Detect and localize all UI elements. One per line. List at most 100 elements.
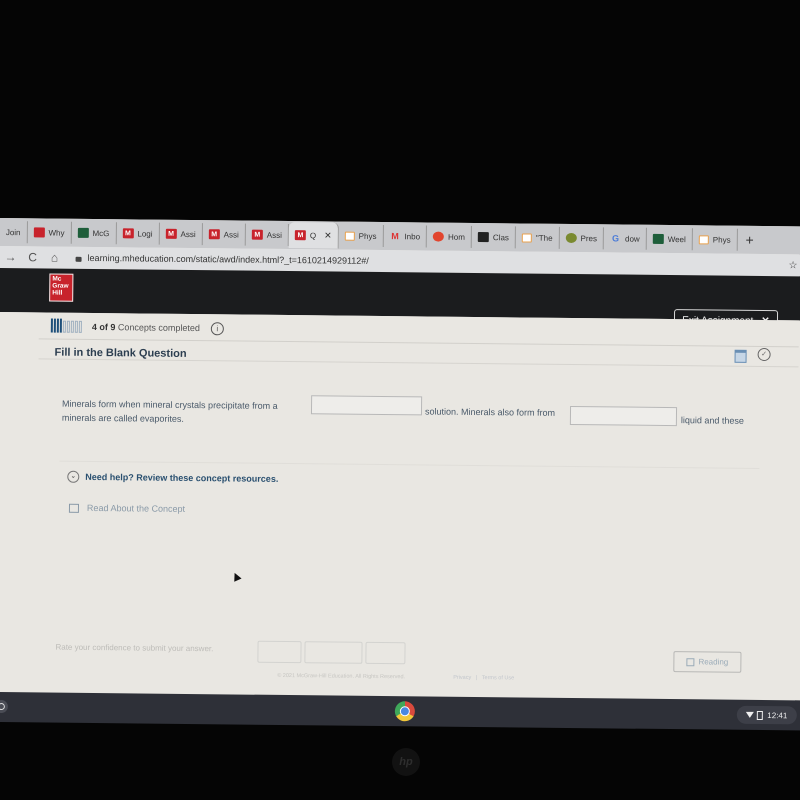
orange-square-favicon-icon — [698, 234, 709, 244]
browser-tab[interactable]: "The — [515, 226, 560, 249]
forward-icon[interactable]: → — [0, 250, 22, 264]
green-person-favicon-icon — [77, 227, 89, 238]
new-tab-button[interactable]: + — [738, 232, 762, 248]
browser-tab[interactable]: Why — [27, 221, 72, 244]
home-icon[interactable]: ⌂ — [44, 250, 66, 265]
orange-square-favicon-icon — [344, 231, 355, 241]
question-area: 4 of 9 Concepts completed i Fill in the … — [0, 311, 800, 701]
progress-segment-incomplete — [74, 320, 78, 333]
mouse-cursor-icon — [230, 571, 242, 582]
read-about-concept-link[interactable]: Read About the Concept — [68, 502, 186, 514]
browser-tab[interactable]: Phys — [338, 224, 384, 248]
tab-label: McG — [92, 228, 110, 238]
progress-segment-incomplete — [78, 320, 82, 333]
tab-label: Weel — [667, 234, 686, 244]
browser-tab[interactable]: M Assi — [159, 222, 203, 246]
browser-tab[interactable]: M Inbo — [383, 225, 428, 248]
tab-label: Join — [5, 227, 21, 237]
browser-tab[interactable]: Join — [0, 220, 28, 244]
question-text-part1: Minerals form when mineral crystals prec… — [62, 398, 278, 411]
blank-input-1[interactable] — [310, 395, 423, 416]
reading-button[interactable]: Reading — [673, 651, 742, 673]
book-icon — [68, 503, 80, 513]
tab-label: Q — [309, 230, 317, 240]
tab-label: Logi — [137, 228, 153, 239]
red-circle-favicon-icon — [433, 231, 445, 242]
privacy-link[interactable]: Privacy — [453, 675, 471, 681]
check-circle-icon[interactable]: ✓ — [757, 347, 771, 362]
progress-segment-incomplete — [70, 320, 74, 333]
green-drop-favicon-icon — [565, 232, 577, 244]
question-text-part4: minerals are called evaporites. — [61, 412, 185, 424]
progress-segment-complete — [53, 318, 56, 333]
need-help-text: Need help? Review these concept resource… — [85, 471, 279, 484]
mcgraw-hill-logo: Mc Graw Hill — [49, 273, 74, 302]
read-about-concept-label: Read About the Concept — [86, 502, 186, 514]
progress-segment-incomplete — [62, 320, 66, 333]
browser-tab[interactable]: Phys — [692, 228, 738, 251]
browser-screen: Join Why McG M Logi M Assi M Assi M Assi M Q ✕ Phys M In… — [0, 218, 800, 731]
bookmark-star-icon[interactable]: ☆ — [789, 260, 798, 271]
need-help-toggle[interactable]: ⌄ Need help? Review these concept resour… — [67, 470, 279, 485]
browser-tab[interactable]: M Q ✕ — [288, 222, 339, 249]
chrome-browser-icon[interactable] — [394, 701, 415, 722]
progress-suffix: Concepts completed — [117, 322, 200, 334]
mh-m-favicon-icon: M — [208, 229, 220, 240]
footer-separator: | — [475, 675, 478, 682]
confidence-button-medium[interactable] — [304, 641, 363, 664]
concept-progress-bar — [50, 318, 83, 333]
terms-link[interactable]: Terms of Use — [482, 675, 514, 681]
confidence-button-high[interactable] — [365, 641, 406, 665]
tab-label: Assi — [266, 230, 282, 240]
tab-label: Phys — [712, 234, 731, 245]
divider — [38, 338, 799, 348]
progress-segment-complete — [59, 318, 62, 333]
url-text: learning.mheducation.com/static/awd/inde… — [87, 252, 369, 266]
chevron-down-icon: ⌄ — [67, 470, 80, 483]
red-person-favicon-icon — [33, 227, 45, 238]
mh-m-favicon-icon: M — [165, 228, 177, 239]
tab-label: Pres — [580, 233, 598, 243]
book-icon — [686, 657, 695, 666]
launcher-icon[interactable] — [0, 699, 8, 714]
orange-square-favicon-icon — [521, 232, 533, 243]
browser-tab[interactable]: Pres — [559, 226, 605, 250]
mh-m-favicon-icon: M — [251, 229, 263, 240]
lock-icon — [75, 256, 82, 262]
calendar-icon[interactable] — [734, 349, 747, 363]
status-tray[interactable]: 12:41 — [736, 705, 797, 725]
green-person-favicon-icon — [652, 233, 664, 244]
reload-icon[interactable]: C — [22, 250, 44, 264]
progress-segment-incomplete — [66, 320, 70, 333]
progress-segment-complete — [50, 318, 53, 333]
info-icon[interactable]: i — [210, 322, 224, 336]
gmail-m-favicon-icon: M — [391, 231, 399, 242]
reading-label: Reading — [698, 657, 729, 667]
browser-tab[interactable]: M Assi — [245, 223, 290, 247]
url-field[interactable]: learning.mheducation.com/static/awd/inde… — [75, 252, 369, 266]
google-g-favicon-icon: G — [611, 233, 620, 244]
progress-count: 4 of 9 — [91, 321, 116, 333]
confidence-button-low[interactable] — [257, 640, 302, 664]
progress-segment-complete — [56, 318, 59, 333]
browser-tab[interactable]: M Logi — [116, 222, 160, 245]
mh-m-favicon-icon: M — [122, 228, 134, 239]
blank-input-2[interactable] — [569, 405, 678, 427]
divider — [38, 358, 799, 368]
browser-tab[interactable]: Gdow — [603, 227, 647, 250]
browser-tab[interactable]: Hom — [426, 225, 473, 248]
tab-label: dow — [624, 234, 640, 244]
browser-tab[interactable]: Clas — [471, 225, 517, 249]
tab-label: Clas — [492, 232, 510, 242]
battery-icon — [757, 710, 764, 720]
footer: Rate your confidence to submit your answ… — [0, 632, 800, 700]
question-text-part2: solution. Minerals also form from — [424, 406, 556, 418]
question-text-part3: liquid and these — [680, 415, 745, 426]
browser-tab[interactable]: M Assi — [202, 223, 246, 246]
mh-m-favicon-icon: M — [294, 230, 306, 241]
divider — [59, 460, 760, 469]
close-tab-icon[interactable]: ✕ — [324, 230, 332, 241]
browser-tab[interactable]: McG — [71, 221, 117, 245]
browser-tab[interactable]: Weel — [646, 227, 693, 251]
tab-label: Assi — [180, 229, 196, 239]
